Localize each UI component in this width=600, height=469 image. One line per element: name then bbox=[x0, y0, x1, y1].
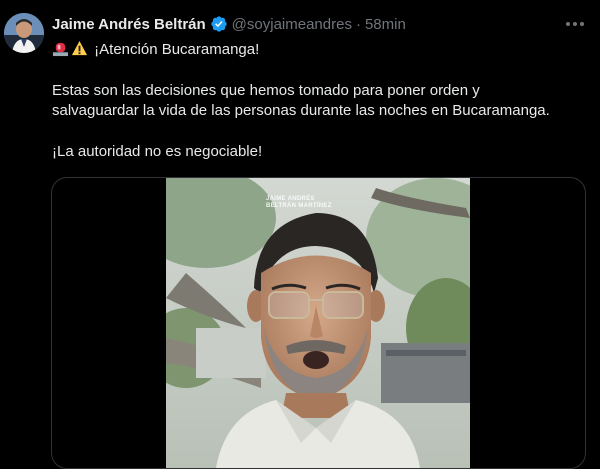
video-frame bbox=[166, 178, 470, 468]
post-body-line-1: Estas son las decisiones que hemos tomad… bbox=[52, 82, 480, 99]
more-dots-icon bbox=[566, 22, 584, 26]
avatar-image bbox=[4, 13, 44, 53]
video-watermark: JAIME ANDRÉS BELTRÁN MARTÍNEZ bbox=[266, 196, 332, 210]
separator-dot: · bbox=[355, 15, 361, 33]
post-headline: ¡Atención Bucaramanga! bbox=[94, 41, 260, 58]
video-player[interactable]: JAIME ANDRÉS BELTRÁN MARTÍNEZ bbox=[51, 177, 586, 469]
author-name[interactable]: Jaime Andrés Beltrán bbox=[52, 16, 206, 33]
avatar[interactable] bbox=[4, 13, 44, 53]
author-handle[interactable]: @soyjaimeandres bbox=[232, 16, 352, 33]
post-body-line-3: ¡La autoridad no es negociable! bbox=[52, 143, 263, 160]
post-body-line-2: salvaguardar la vida de las personas dur… bbox=[52, 102, 550, 119]
more-options-button[interactable] bbox=[564, 14, 586, 34]
post-headline-line: ¡Atención Bucaramanga! bbox=[52, 40, 259, 60]
police-light-icon bbox=[52, 42, 69, 57]
verified-badge-icon bbox=[210, 16, 227, 32]
warning-icon bbox=[71, 40, 88, 56]
watermark-line-2: BELTRÁN MARTÍNEZ bbox=[266, 203, 332, 209]
video-thumbnail bbox=[166, 178, 470, 468]
post-header: Jaime Andrés Beltrán @soyjaimeandres · 5… bbox=[52, 12, 406, 36]
watermark-line-1: JAIME ANDRÉS bbox=[266, 196, 315, 202]
post-timestamp[interactable]: 58min bbox=[365, 16, 406, 33]
